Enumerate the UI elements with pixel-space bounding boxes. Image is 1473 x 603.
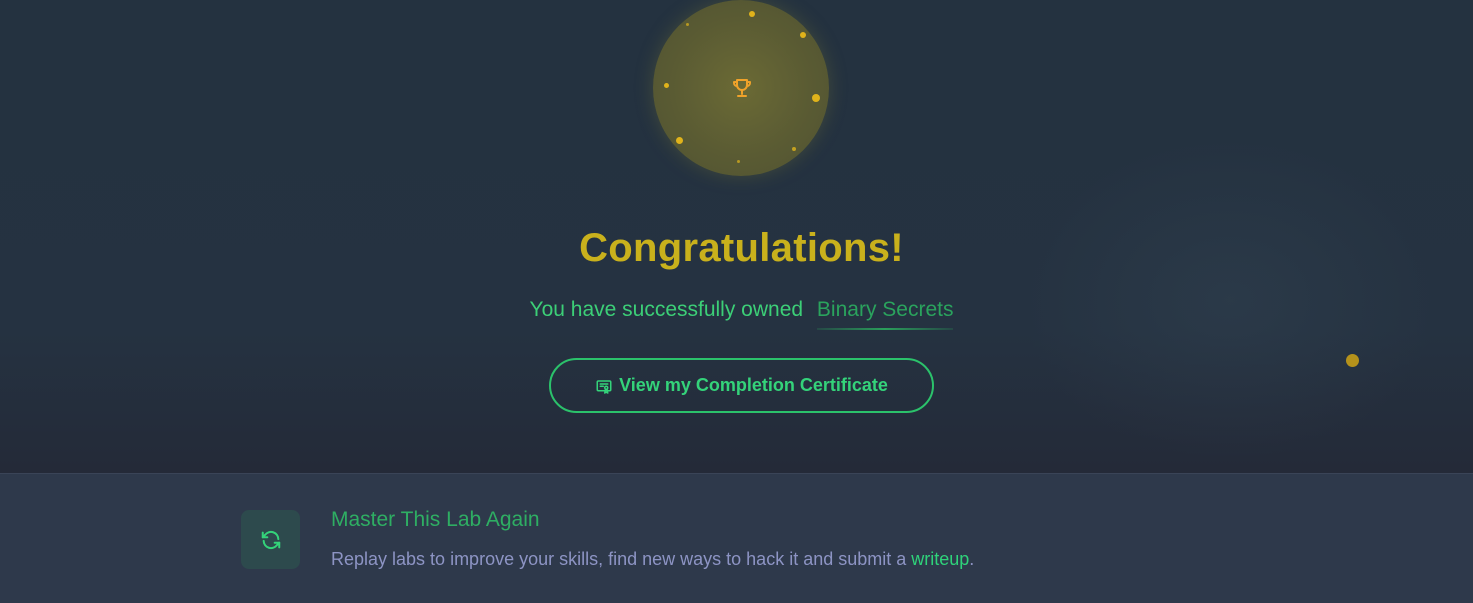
page-title: Congratulations! bbox=[579, 226, 904, 270]
replay-section: Master This Lab Again Replay labs to imp… bbox=[0, 473, 1473, 603]
replay-icon-box bbox=[241, 510, 300, 569]
replay-description-text: Replay labs to improve your skills, find… bbox=[331, 549, 912, 569]
replay-description: Replay labs to improve your skills, find… bbox=[331, 549, 974, 570]
sparkle bbox=[676, 137, 683, 144]
replay-title: Master This Lab Again bbox=[331, 508, 540, 531]
sparkle bbox=[686, 23, 689, 26]
decorative-dot bbox=[1346, 354, 1359, 367]
completion-subtitle: You have successfully owned Binary Secre… bbox=[0, 298, 1473, 330]
subtitle-text: You have successfully owned bbox=[529, 298, 804, 321]
lab-name: Binary Secrets bbox=[816, 298, 953, 330]
sparkle bbox=[812, 94, 820, 102]
sparkle bbox=[664, 83, 669, 88]
sparkle bbox=[792, 147, 796, 151]
refresh-icon bbox=[261, 530, 280, 549]
sparkle bbox=[737, 160, 740, 163]
trophy-icon bbox=[733, 79, 751, 97]
replay-description-end: . bbox=[969, 549, 975, 569]
certificate-icon bbox=[596, 379, 612, 394]
writeup-link[interactable]: writeup bbox=[911, 549, 969, 569]
sparkle bbox=[749, 11, 755, 17]
certificate-button-label: View my Completion Certificate bbox=[619, 375, 888, 395]
sparkle bbox=[800, 32, 806, 38]
view-certificate-button[interactable]: View my Completion Certificate bbox=[549, 358, 934, 413]
completion-hero: Congratulations! You have successfully o… bbox=[0, 0, 1473, 473]
